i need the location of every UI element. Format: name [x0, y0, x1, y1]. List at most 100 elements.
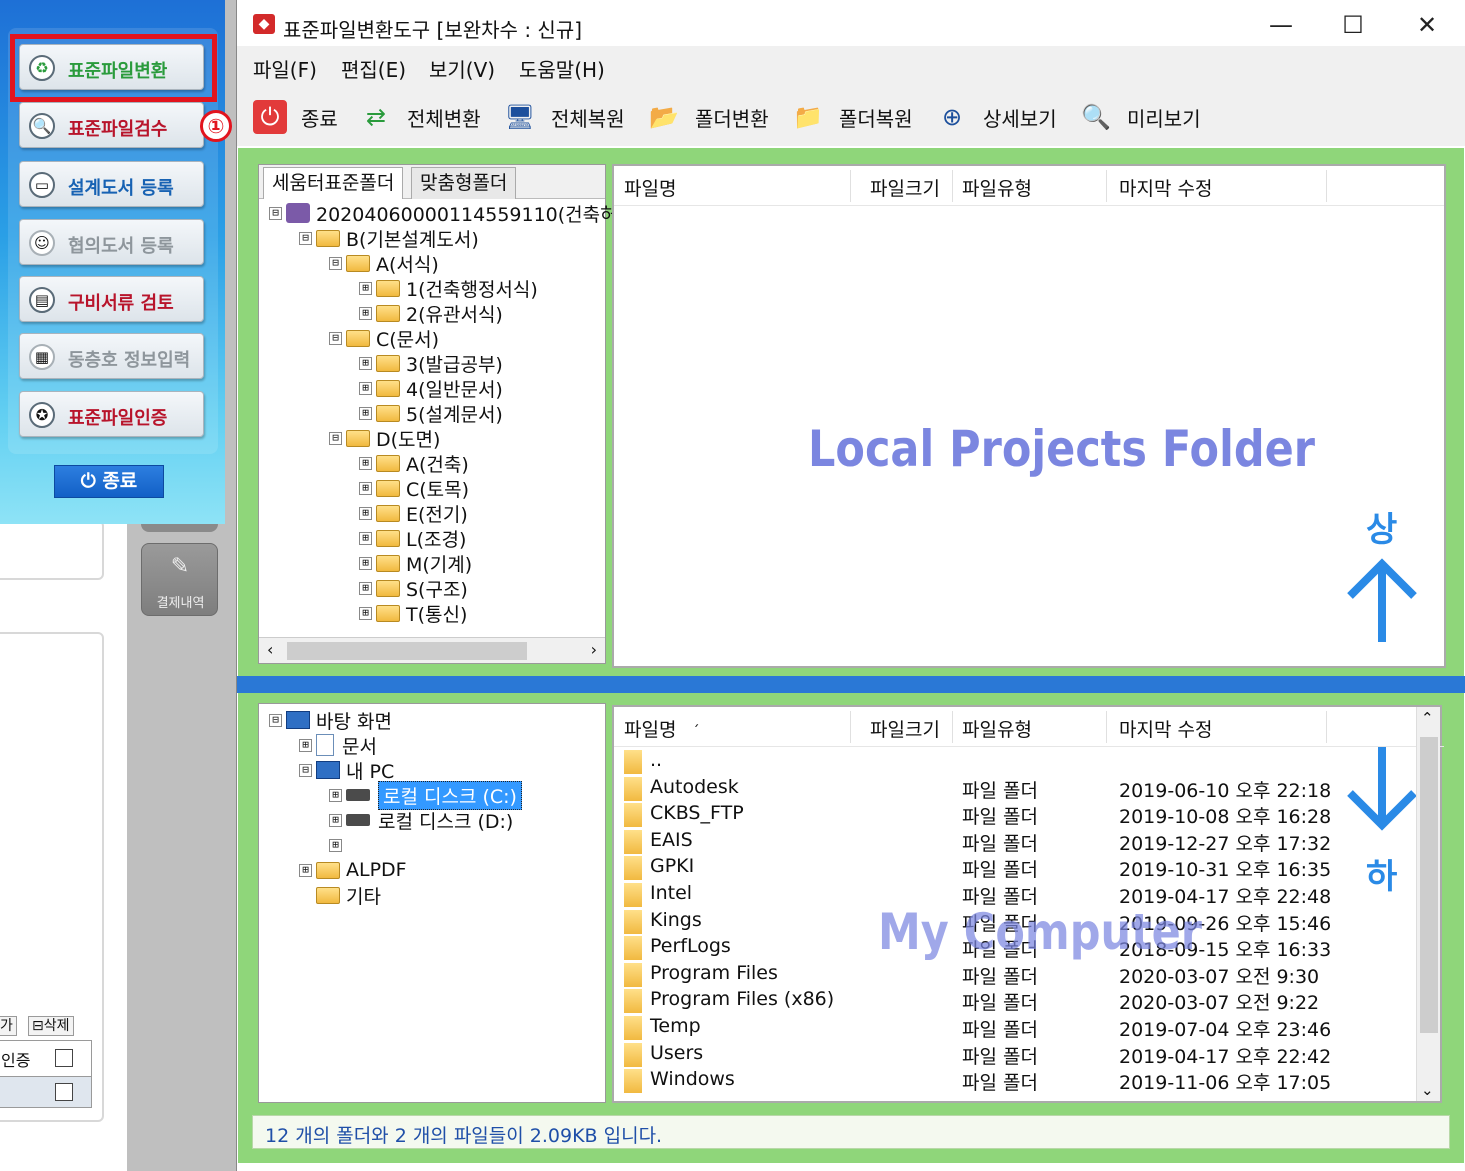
column-filetype[interactable]: 파일유형 [962, 174, 1032, 201]
expand-icon[interactable]: ⊞ [359, 531, 372, 545]
maximize-button[interactable]: ☐ [1333, 10, 1373, 40]
expand-icon[interactable]: ⊞ [299, 863, 312, 877]
scroll-right-icon[interactable]: › [591, 640, 597, 659]
payment-history-button[interactable]: ✎ 결제내역 [141, 543, 218, 616]
file-row[interactable]: Temp 파일 폴더 2019-07-04 오후 23:46 [614, 1015, 1414, 1041]
standard-file-inspect-button[interactable]: 🔍 표준파일검수 [19, 102, 204, 148]
tree-node[interactable]: ⊞ L(조경) [359, 526, 466, 551]
tree-node[interactable]: ⊞ 문서 [299, 733, 377, 758]
detail-view-button[interactable]: ⊕ 상세보기 [935, 96, 1075, 136]
expand-icon[interactable]: ⊞ [359, 281, 372, 295]
column-filetype[interactable]: 파일유형 [962, 715, 1032, 742]
row-checkbox[interactable] [55, 1049, 73, 1067]
tree-node[interactable]: 기타 [299, 883, 381, 908]
scrollbar-thumb[interactable] [1420, 737, 1438, 1033]
file-row[interactable]: Program Files (x86) 파일 폴더 2020-03-07 오전 9:… [614, 988, 1414, 1014]
exit-button[interactable]: ⏻ 종료 [253, 96, 363, 136]
tree-node[interactable]: ⊟ 내 PC [299, 758, 394, 783]
tree-node[interactable]: ⊞ C(토목) [359, 476, 469, 501]
preview-button[interactable]: 🔍 미리보기 [1079, 96, 1219, 136]
collapse-icon[interactable]: ⊟ [299, 763, 312, 777]
expand-icon[interactable]: ⊞ [359, 506, 372, 520]
menu-view[interactable]: 보기(V) [429, 54, 495, 83]
tab-seumteo-standard-folder[interactable]: 세움터표준폴더 [263, 167, 404, 199]
tree-node[interactable]: ⊞ 4(일반문서) [359, 376, 503, 401]
expand-icon[interactable]: ⊞ [359, 456, 372, 470]
scrollbar-thumb[interactable] [287, 642, 527, 660]
collapse-icon[interactable]: ⊟ [329, 331, 342, 345]
collapse-icon[interactable]: ⊟ [299, 231, 312, 245]
folder-restore-button[interactable]: 📁 폴더복원 [791, 96, 931, 136]
tree-node[interactable]: ⊞ 1(건축행정서식) [359, 276, 538, 301]
folder-convert-button[interactable]: 📂 폴더변환 [647, 96, 787, 136]
required-documents-review-button[interactable]: ▤ 구비서류 검토 [19, 276, 204, 322]
tree-node[interactable]: ⊞ E(전기) [359, 501, 468, 526]
tree-node[interactable]: ⊞ 3(발급공부) [359, 351, 503, 376]
column-modified[interactable]: 마지막 수정 [1119, 174, 1212, 201]
tree-node[interactable]: ⊞ ALPDF [299, 858, 407, 882]
tree-node[interactable]: ⊞ T(통신) [359, 601, 467, 626]
expand-icon[interactable]: ⊞ [299, 738, 312, 752]
menu-edit[interactable]: 편집(E) [341, 54, 406, 83]
column-divider[interactable] [850, 711, 851, 743]
menu-file[interactable]: 파일(F) [253, 54, 317, 83]
expand-icon[interactable]: ⊞ [359, 406, 372, 420]
tree-node[interactable]: ⊟ C(문서) [329, 326, 439, 351]
horizontal-scrollbar[interactable]: ‹ › [259, 637, 605, 663]
expand-icon[interactable]: ⊞ [359, 481, 372, 495]
file-row[interactable]: Users 파일 폴더 2019-04-17 오후 22:42 [614, 1042, 1414, 1068]
collapse-icon[interactable]: ⊟ [329, 256, 342, 270]
file-row[interactable]: CKBS_FTP 파일 폴더 2019-10-08 오후 16:28 [614, 802, 1414, 828]
expand-icon[interactable]: ⊞ [359, 306, 372, 320]
tree-node[interactable]: ⊟ 바탕 화면 [269, 708, 392, 733]
column-filesize[interactable]: 파일크기 [870, 715, 940, 742]
tree-node[interactable]: ⊞ 로컬 디스크 (D:) [329, 808, 513, 833]
scroll-up-icon[interactable]: ⌃ [1421, 709, 1434, 727]
collapse-icon[interactable]: ⊟ [269, 713, 282, 727]
file-row[interactable]: Program Files 파일 폴더 2020-03-07 오전 9:30 [614, 962, 1414, 988]
expand-icon[interactable]: ⊞ [359, 606, 372, 620]
file-row[interactable]: EAIS 파일 폴더 2019-12-27 오후 17:32 [614, 829, 1414, 855]
expand-icon[interactable]: ⊞ [329, 813, 342, 827]
panel-divider[interactable] [237, 676, 1465, 693]
column-filename[interactable]: 파일명 ˊ [624, 715, 700, 742]
column-divider[interactable] [1326, 711, 1327, 743]
consultation-document-register-button[interactable]: ☺ 협의도서 등록 [19, 219, 204, 265]
menu-help[interactable]: 도움말(H) [519, 54, 605, 83]
scroll-down-icon[interactable]: ⌄ [1421, 1081, 1434, 1099]
column-filesize[interactable]: 파일크기 [870, 174, 940, 201]
expand-icon[interactable]: ⊞ [329, 788, 342, 802]
file-row[interactable]: .. [614, 749, 1414, 775]
file-row[interactable]: GPKI 파일 폴더 2019-10-31 오후 16:35 [614, 855, 1414, 881]
collapse-icon[interactable]: ⊟ [329, 431, 342, 445]
tree-node[interactable]: ⊟ 20204060000114559110(건축허가 [269, 201, 635, 226]
column-divider[interactable] [952, 170, 953, 202]
convert-all-button[interactable]: ⇄ 전체변환 [359, 96, 499, 136]
close-button[interactable]: ✕ [1407, 10, 1447, 40]
tree-node[interactable]: ⊟ A(서식) [329, 251, 439, 276]
column-filename[interactable]: 파일명 [624, 174, 676, 201]
tree-node[interactable]: ⊟ B(기본설계도서) [299, 226, 479, 251]
delete-button[interactable]: ⊟삭제 [28, 1016, 74, 1036]
expand-icon[interactable]: ⊞ [359, 581, 372, 595]
expand-icon[interactable]: ⊞ [359, 556, 372, 570]
tree-node[interactable]: ⊞ 로컬 디스크 (C:) [329, 780, 522, 810]
tree-node[interactable]: ⊞ 5(설계문서) [359, 401, 503, 426]
standard-file-certify-button[interactable]: ✪ 표준파일인증 [19, 391, 204, 437]
file-row[interactable]: Windows 파일 폴더 2019-11-06 오후 17:05 [614, 1068, 1414, 1094]
restore-all-button[interactable]: 🖥 전체복원 [503, 96, 643, 136]
scroll-left-icon[interactable]: ‹ [267, 640, 273, 659]
tab-custom-folder[interactable]: 맞춤형폴더 [411, 167, 517, 199]
tree-node[interactable]: ⊟ D(도면) [329, 426, 440, 451]
tree-node[interactable]: ⊞ 2(유관서식) [359, 301, 503, 326]
column-divider[interactable] [1106, 170, 1107, 202]
file-row[interactable]: Autodesk 파일 폴더 2019-06-10 오후 22:18 [614, 776, 1414, 802]
vertical-scrollbar[interactable]: ⌃ ⌄ [1416, 707, 1440, 1101]
tree-node[interactable]: ⊞ S(구조) [359, 576, 468, 601]
expand-icon[interactable]: ⊞ [359, 381, 372, 395]
row-checkbox[interactable] [55, 1083, 73, 1101]
tree-node[interactable]: ⊞ [329, 833, 346, 857]
menu-exit-button[interactable]: ⏻ 종료 [54, 465, 164, 498]
column-divider[interactable] [1106, 711, 1107, 743]
column-modified[interactable]: 마지막 수정 [1119, 715, 1212, 742]
